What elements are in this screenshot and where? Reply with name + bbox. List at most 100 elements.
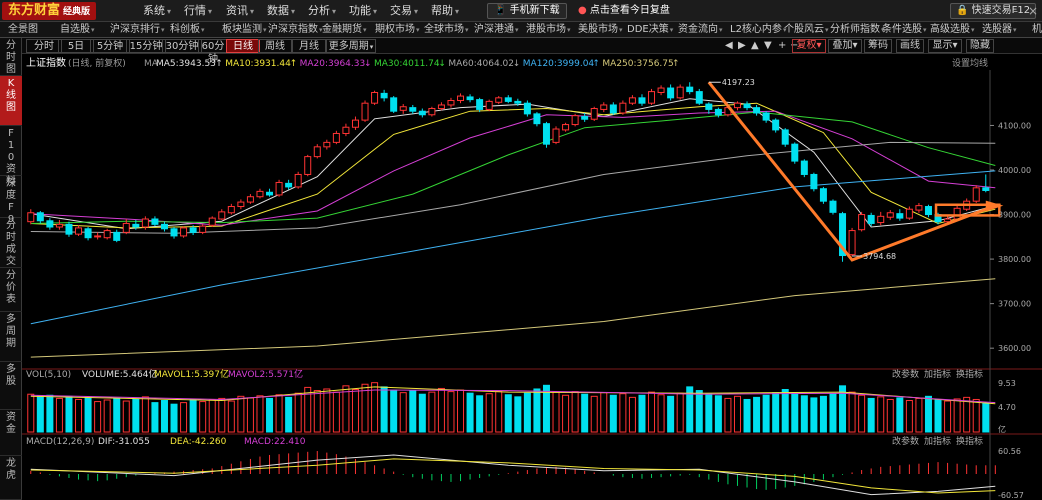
period-tab-label: 5日 [67,41,85,52]
volume-bar [514,396,522,433]
menu-item-4[interactable]: 分析 ▾ [308,0,336,22]
sidebar-item-8[interactable]: 资金 [0,410,22,456]
nav-down-icon[interactable]: ▼ [764,38,772,54]
minimize-icon[interactable]: – [1012,0,1018,22]
chips-button[interactable]: 筹码 [864,39,892,53]
period-tab-label: 月线 [299,41,319,52]
nav-item-16[interactable]: 分析师指数▾ [830,22,885,38]
overlay-button[interactable]: 叠加▾ [828,39,862,53]
zoom-in-icon[interactable]: + [778,38,786,54]
nav-left-icon[interactable]: ◀ [725,38,733,54]
nav-item-7[interactable]: 期权市场▾ [375,22,420,38]
volume-bar [199,401,207,433]
nav-item-15[interactable]: 个股风云▾ [784,22,829,38]
period-tab-8[interactable]: 月线 [292,39,326,53]
sidebar-char: 多 [6,314,16,325]
sidebar-item-0[interactable]: 分时图 [0,38,22,76]
sidebar-item-5[interactable]: 分价表 [0,268,22,312]
period-tab-9[interactable]: 更多周期▾ [326,39,376,53]
nav-item-9[interactable]: 沪深港通▾ [474,22,519,38]
nav-item-18[interactable]: 高级选股▾ [930,22,975,38]
quick-trade-button[interactable]: 🔒 快速交易F12 [950,3,1037,19]
nav-right-icon[interactable]: ▶ [738,38,746,54]
daily-review-link[interactable]: ● 点击查看今日复盘 [578,0,670,22]
nav-item-5[interactable]: 沪深京指数▾ [268,22,323,38]
candle-body [122,222,130,233]
sidebar-item-7[interactable]: 多股 [0,362,22,410]
nav-item-label: 个股风云 [784,24,824,35]
close-icon[interactable]: × [1028,0,1038,22]
period-tab-5[interactable]: 60分钟 [198,39,228,65]
candle-body [552,128,560,143]
nav-item-19[interactable]: 选股器▾ [982,22,1017,38]
period-tab-6[interactable]: 日线 [226,39,260,53]
vol-switch-indicator[interactable]: 换指标 [956,368,983,380]
candle-body [485,100,493,110]
nav-item-1[interactable]: 自选股▾ [60,22,95,38]
sidebar-item-3[interactable]: 深度F9 [0,176,22,225]
candle-body [628,97,636,104]
display-button[interactable]: 显示▾ [928,39,962,53]
period-tab-2[interactable]: 5分钟 [90,39,130,53]
volume-bar [523,392,531,433]
menu-item-2[interactable]: 资讯 ▾ [226,0,254,22]
kline-chart[interactable]: 4197.23 3794.68 上证指数 (日线, 前复权) MA 设置均线 VO… [22,54,1042,500]
hide-button[interactable]: 隐藏 [966,39,994,53]
period-tab-1[interactable]: 5日 [58,39,94,53]
draw-line-button[interactable]: 画线 [896,39,924,53]
sidebar-item-4[interactable]: 分时成交 [0,218,22,268]
menu-item-3[interactable]: 数据 ▾ [267,0,295,22]
nav-up-icon[interactable]: ▲ [751,38,759,54]
period-tab-label: 更多周期 [328,41,369,52]
sidebar-item-1[interactable]: K线图 [0,76,22,126]
nav-item-11[interactable]: 美股市场▾ [578,22,623,38]
volume-bar [390,389,398,433]
fuquan-button[interactable]: 复权▾ [792,39,826,53]
vol-y-mid: 4.70 [998,403,1016,412]
chevron-down-icon: ▾ [263,26,267,34]
y-tick-label: 3700.00 [998,300,1031,309]
nav-item-3[interactable]: 科创板▾ [170,22,205,38]
overlay-label: 叠加 [832,40,853,51]
chevron-down-icon: ▾ [167,7,172,16]
nav-item-14[interactable]: L2核心内参▾ [730,22,786,38]
ma-settings-link[interactable]: 设置均线 [952,57,988,69]
candle-body [667,87,675,99]
candle-body [55,223,63,228]
nav-item-13[interactable]: 资金流向▾ [678,22,723,38]
period-tab-3[interactable]: 15分钟 [126,39,166,53]
nav-item-10[interactable]: 港股市场▾ [526,22,571,38]
period-tab-0[interactable]: 分时 [26,39,62,53]
nav-item-4[interactable]: 板块监测▾ [222,22,267,38]
nav-item-20[interactable]: 机 [1032,22,1042,38]
mobile-download-button[interactable]: 📱 手机新下载 [487,3,567,19]
nav-item-17[interactable]: 条件选股▾ [882,22,927,38]
period-tab-4[interactable]: 30分钟 [162,39,202,53]
menu-item-0[interactable]: 系统 ▾ [143,0,171,22]
nav-item-0[interactable]: 全景图 [8,22,38,38]
nav-item-12[interactable]: DDE决策▾ [627,22,673,38]
volume-bar [237,395,245,433]
menu-item-5[interactable]: 功能 ▾ [349,0,377,22]
volume-bar [342,385,350,433]
nav-item-2[interactable]: 沪深京排行▾ [110,22,165,38]
sidebar-item-6[interactable]: 多周期 [0,312,22,362]
sidebar-char: 股 [6,376,16,387]
candle-body [409,107,417,112]
vol-change-param[interactable]: 改参数 [892,368,919,380]
menu-item-6[interactable]: 交易 ▾ [390,0,418,22]
macd-layer [30,451,996,496]
sidebar-item-9[interactable]: 龙虎 [0,456,22,500]
menu-item-1[interactable]: 行情 ▾ [184,0,212,22]
menu-item-7[interactable]: 帮助 ▾ [431,0,459,22]
nav-item-6[interactable]: 金融期货▾ [322,22,367,38]
sidebar-item-2[interactable]: F10资料 [0,126,22,187]
ma-legend-arrow: ↓ [438,59,446,69]
vol-add-indicator[interactable]: 加指标 [924,368,951,380]
candle-body [867,214,875,224]
macd-add-indicator[interactable]: 加指标 [924,435,951,447]
period-tab-7[interactable]: 周线 [258,39,292,53]
macd-switch-indicator[interactable]: 换指标 [956,435,983,447]
macd-change-param[interactable]: 改参数 [892,435,919,447]
nav-item-8[interactable]: 全球市场▾ [424,22,469,38]
